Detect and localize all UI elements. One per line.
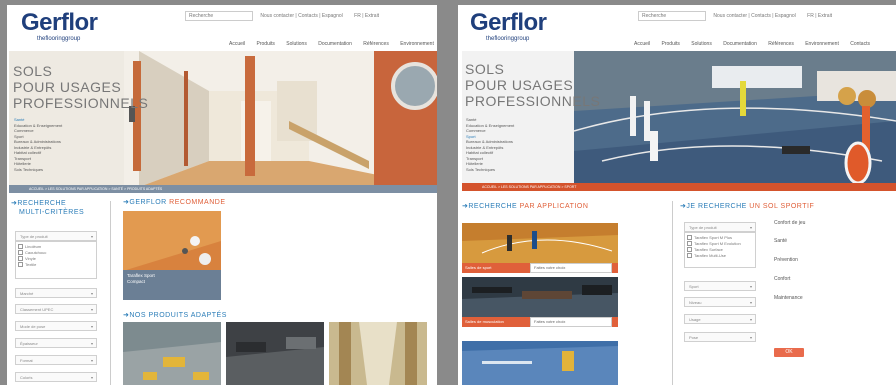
criteria-label[interactable]: Prévention [774, 257, 798, 263]
hero-title: SOLS POUR USAGES PROFESSIONNELS [13, 63, 149, 111]
filter-select[interactable]: Sport ▾ [684, 281, 756, 291]
top-links[interactable]: Nous contacter | Contacts | Espagnol [713, 13, 795, 19]
criteria-label[interactable]: Confort de jeu [774, 220, 805, 226]
criteria-label[interactable]: Maintenance [774, 295, 803, 301]
hero-link[interactable]: Bureaux & Administrations [14, 139, 62, 145]
submit-button[interactable]: OK [774, 348, 804, 357]
product-thumbnail[interactable] [123, 322, 221, 385]
search-input[interactable]: Recherche [185, 11, 253, 21]
hero-title: SOLS POUR USAGES PROFESSIONNELS [465, 61, 601, 109]
filter-select[interactable]: Coloris ▾ [15, 372, 97, 382]
checkbox-item[interactable]: Textile [18, 262, 94, 268]
recommend-heading: ➜GERFLOR RECOMMANDE [123, 199, 226, 206]
nav-item[interactable]: Documentation [723, 41, 757, 47]
nav-item[interactable]: Produits [257, 41, 275, 47]
main-nav: Accueil Produits Solutions Documentation… [229, 41, 437, 47]
hero-banner: SOLS POUR USAGES PROFESSIONNELS Santé Ed… [9, 51, 437, 187]
apps-heading: ➜RECHERCHE PAR APPLICATION [462, 203, 589, 210]
language-links[interactable]: FR | Extrait [807, 13, 832, 19]
nav-item[interactable]: Environnement [400, 41, 434, 47]
product-thumbnail[interactable] [329, 322, 427, 385]
sport-search-heading: ➜JE RECHERCHE UN SOL SPORTIF [680, 203, 815, 210]
app-select[interactable]: Faites votre choix [530, 263, 612, 273]
criteria-label[interactable]: Confort [774, 276, 790, 282]
filter-select[interactable]: Classement UPEC ▾ [15, 304, 97, 314]
hero-link[interactable]: Bureaux & Administrations [466, 139, 514, 145]
product-type-select[interactable]: Type de produit ▾ [15, 231, 97, 241]
gerflor-logo[interactable]: Gerflor theflooringgroup [470, 11, 547, 43]
top-bar: Recherche Nous contacter | Contacts | Es… [638, 11, 832, 21]
weight-room-image[interactable] [462, 277, 618, 317]
language-links[interactable]: FR | Extrait [354, 13, 379, 19]
nav-item[interactable]: Accueil [229, 41, 245, 47]
filter-select[interactable]: Format ▾ [15, 355, 97, 365]
nav-item[interactable]: Références [768, 41, 794, 47]
hero-banner: SOLS POUR USAGES PROFESSIONNELS Santé Ed… [462, 51, 896, 187]
gym-image[interactable] [462, 223, 618, 263]
nav-item[interactable]: Contacts [850, 41, 870, 47]
search-heading: ➜RECHERCHE [11, 200, 67, 207]
product-type-select[interactable]: Type de produit ▾ [684, 222, 756, 232]
right-screenshot: Gerflor theflooringgroup Recherche Nous … [458, 5, 896, 385]
top-links[interactable]: Nous contacter | Contacts | Espagnol [260, 13, 342, 19]
recommended-caption[interactable]: Taraflex Sport Compact [123, 270, 221, 300]
nav-item[interactable]: Références [363, 41, 389, 47]
product-checklist: Linoléum Caoutchouc Vinyle Textile [15, 241, 97, 279]
nav-item[interactable]: Documentation [318, 41, 352, 47]
logo-tagline: theflooringgroup [486, 36, 530, 42]
outdoor-court-image[interactable] [462, 341, 618, 385]
filter-select[interactable]: Niveau ▾ [684, 297, 756, 307]
column-divider [672, 201, 673, 385]
adapted-products-heading: ➜NOS PRODUITS ADAPTÉS [123, 312, 227, 319]
column-divider [110, 201, 111, 385]
filter-select[interactable]: Usage ▾ [684, 314, 756, 324]
filter-select[interactable]: Mode de pose ▾ [15, 321, 97, 331]
filter-select[interactable]: Pose ▾ [684, 332, 756, 342]
filter-select[interactable]: Marché ▾ [15, 288, 97, 298]
hero-link[interactable]: Sols Techniques [14, 167, 62, 173]
hero-links: Santé Education & Enseignement Commerce … [14, 117, 62, 172]
filter-select[interactable]: Épaisseur ▾ [15, 338, 97, 348]
gerflor-logo[interactable]: Gerflor theflooringgroup [21, 11, 98, 43]
logo-tagline: theflooringgroup [37, 36, 81, 42]
logo-name: Gerflor [470, 9, 547, 36]
breadcrumb[interactable]: ACCUEIL > LES SOLUTIONS PAR APPLICATION … [9, 185, 437, 193]
app-select[interactable]: Faites votre choix [530, 317, 612, 327]
search-subheading: MULTI-CRITÈRES [19, 209, 85, 216]
nav-item[interactable]: Produits [662, 41, 680, 47]
hero-links: Santé Education & Enseignement Commerce … [466, 117, 514, 172]
search-input[interactable]: Recherche [638, 11, 706, 21]
nav-item[interactable]: Solutions [691, 41, 712, 47]
product-checklist: Taraflex Sport M Plus Taraflex Sport M E… [684, 232, 756, 268]
main-nav: Accueil Produits Solutions Documentation… [634, 41, 880, 47]
nav-item[interactable]: Solutions [286, 41, 307, 47]
hero-link[interactable]: Sols Techniques [466, 167, 514, 173]
logo-name: Gerflor [21, 9, 98, 36]
checkbox-item[interactable]: Taraflex Multi-Use [687, 253, 753, 259]
product-thumbnail[interactable] [226, 322, 324, 385]
nav-item[interactable]: Accueil [634, 41, 650, 47]
top-bar: Recherche Nous contacter | Contacts | Es… [185, 11, 379, 21]
criteria-label[interactable]: Santé [774, 238, 787, 244]
breadcrumb[interactable]: ACCUEIL > LES SOLUTIONS PAR APPLICATION … [462, 183, 896, 191]
nav-item[interactable]: Environnement [805, 41, 839, 47]
left-screenshot: Gerflor theflooringgroup Recherche Nous … [7, 5, 437, 385]
